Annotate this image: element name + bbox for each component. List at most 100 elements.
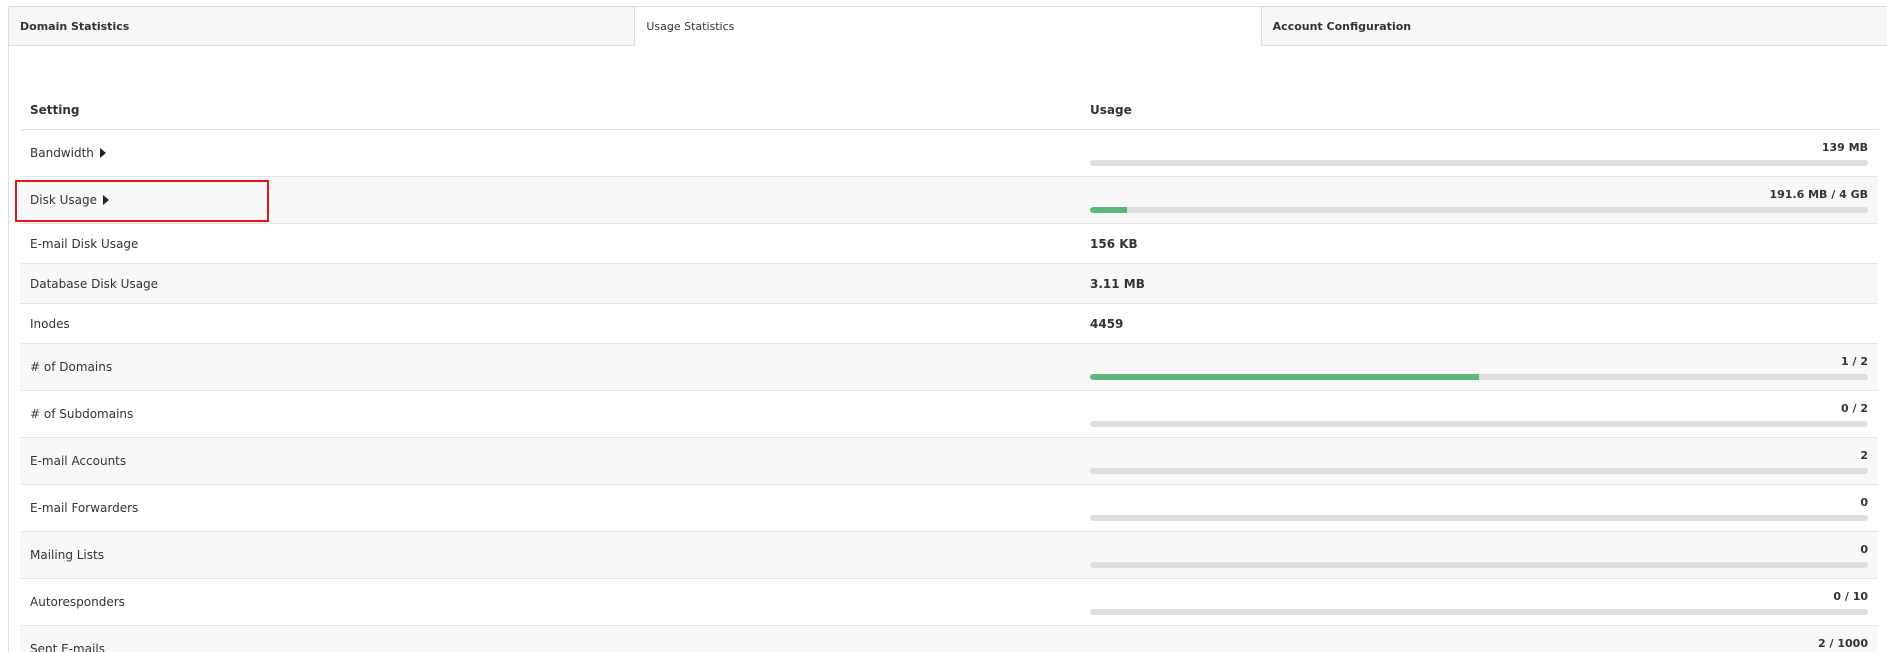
usage-progress-track	[1090, 159, 1868, 166]
usage-cell: 0 / 2	[1080, 390, 1878, 438]
usage-value: 0	[1860, 542, 1868, 556]
setting-label: Database Disk Usage	[30, 277, 158, 291]
usage-progress-track	[1090, 608, 1868, 615]
usage-cell: 0	[1080, 531, 1878, 579]
setting-label[interactable]: Bandwidth	[30, 146, 106, 160]
table-row: Autoresponders 0 / 10	[20, 578, 1878, 626]
caret-right-icon[interactable]	[99, 148, 106, 158]
usage-value: 1 / 2	[1841, 354, 1868, 368]
tab-usage-statistics[interactable]: Usage Statistics	[634, 6, 1261, 47]
usage-cell: 1 / 2	[1080, 343, 1878, 391]
setting-name: Sent E-mails	[30, 642, 105, 652]
usage-meter: 2 / 1000	[1090, 637, 1868, 652]
setting-name: Disk Usage	[30, 193, 97, 207]
usage-value: 2	[1860, 448, 1868, 462]
usage-meter: 0 / 2	[1090, 402, 1868, 427]
table-row: E-mail Forwarders 0	[20, 484, 1878, 532]
setting-label: Mailing Lists	[30, 548, 104, 562]
setting-label[interactable]: Disk Usage	[30, 193, 109, 207]
usage-progress-track	[1090, 467, 1868, 474]
usage-meter: 0	[1090, 543, 1868, 568]
setting-name: E-mail Disk Usage	[30, 236, 139, 251]
usage-meter: 1 / 2	[1090, 355, 1868, 380]
usage-cell: 2 / 1000	[1080, 625, 1878, 652]
setting-label: # of Domains	[30, 360, 112, 374]
tab-domain-statistics[interactable]: Domain Statistics	[8, 6, 635, 46]
usage-value: 0 / 10	[1833, 589, 1868, 603]
setting-label: # of Subdomains	[30, 407, 133, 421]
usage-meter: 191.6 MB / 4 GB	[1090, 188, 1868, 213]
usage-value: 191.6 MB / 4 GB	[1769, 187, 1868, 201]
setting-cell: Autoresponders	[20, 578, 1080, 626]
setting-name: Bandwidth	[30, 146, 94, 160]
usage-meter: 2	[1090, 449, 1868, 474]
usage-value: 0 / 2	[1841, 401, 1868, 415]
usage-table-body: Bandwidth 139 MB Disk Usage 191.6 MB / 4 GB…	[20, 129, 1878, 652]
setting-cell: Database Disk Usage	[20, 263, 1080, 304]
table-row: E-mail Accounts 2	[20, 437, 1878, 485]
usage-value: 156 KB	[1090, 236, 1138, 251]
column-header-setting: Setting	[20, 91, 1080, 130]
setting-label: E-mail Disk Usage	[30, 237, 138, 251]
table-row: E-mail Disk Usage 156 KB	[20, 223, 1878, 264]
usage-progress-track	[1090, 373, 1868, 380]
column-header-usage: Usage	[1080, 91, 1878, 130]
usage-value: 3.11 MB	[1090, 276, 1145, 291]
usage-meter: 139 MB	[1090, 141, 1868, 166]
usage-progress-fill	[1090, 373, 1479, 380]
table-row: Database Disk Usage 3.11 MB	[20, 263, 1878, 304]
usage-meter: 0	[1090, 496, 1868, 521]
usage-progress-track	[1090, 514, 1868, 521]
usage-value: 0	[1860, 495, 1868, 509]
usage-statistics-panel: Setting Usage Bandwidth 139 MB Disk Usage 1…	[8, 46, 1887, 652]
tab-account-configuration[interactable]: Account Configuration	[1260, 6, 1887, 46]
usage-value: 2 / 1000	[1818, 636, 1868, 650]
usage-cell: 3.11 MB	[1080, 263, 1878, 304]
usage-table: Setting Usage Bandwidth 139 MB Disk Usage 1…	[20, 91, 1878, 652]
table-row: # of Subdomains 0 / 2	[20, 390, 1878, 438]
usage-cell: 4459	[1080, 303, 1878, 344]
table-header-row: Setting Usage	[20, 91, 1878, 130]
setting-name: E-mail Accounts	[30, 454, 127, 468]
setting-cell: # of Domains	[20, 343, 1080, 391]
usage-cell: 0	[1080, 484, 1878, 532]
table-row: Inodes 4459	[20, 303, 1878, 344]
setting-name: # of Subdomains	[30, 407, 134, 421]
usage-cell: 139 MB	[1080, 129, 1878, 177]
usage-statistics-page: Domain Statistics Usage Statistics Accou…	[0, 0, 1887, 652]
setting-label: Autoresponders	[30, 595, 125, 609]
stats-tabs: Domain Statistics Usage Statistics Accou…	[8, 6, 1887, 47]
setting-name: E-mail Forwarders	[30, 501, 139, 515]
setting-name: Autoresponders	[30, 595, 125, 609]
usage-progress-fill	[1090, 206, 1127, 213]
setting-name: Inodes	[30, 316, 70, 331]
setting-cell: # of Subdomains	[20, 390, 1080, 438]
usage-value: 4459	[1090, 316, 1124, 331]
setting-label: Sent E-mails	[30, 642, 105, 652]
setting-label: E-mail Accounts	[30, 454, 126, 468]
usage-cell: 2	[1080, 437, 1878, 485]
usage-meter: 0 / 10	[1090, 590, 1868, 615]
table-row: Mailing Lists 0	[20, 531, 1878, 579]
usage-cell: 156 KB	[1080, 223, 1878, 264]
usage-value: 139 MB	[1821, 140, 1868, 154]
setting-cell: Inodes	[20, 303, 1080, 344]
setting-cell: E-mail Accounts	[20, 437, 1080, 485]
usage-cell: 191.6 MB / 4 GB	[1080, 176, 1878, 224]
setting-name: Mailing Lists	[30, 548, 104, 562]
setting-name: Database Disk Usage	[30, 276, 159, 291]
setting-label: Inodes	[30, 317, 70, 331]
usage-progress-track	[1090, 206, 1868, 213]
table-row: Disk Usage 191.6 MB / 4 GB	[20, 176, 1878, 224]
setting-cell: Sent E-mails	[20, 625, 1080, 652]
table-row: Sent E-mails 2 / 1000	[20, 625, 1878, 652]
table-row: # of Domains 1 / 2	[20, 343, 1878, 391]
usage-progress-track	[1090, 420, 1868, 427]
caret-right-icon[interactable]	[102, 195, 109, 205]
setting-cell: E-mail Disk Usage	[20, 223, 1080, 264]
usage-progress-track	[1090, 561, 1868, 568]
setting-cell: E-mail Forwarders	[20, 484, 1080, 532]
setting-cell: Mailing Lists	[20, 531, 1080, 579]
setting-cell: Bandwidth	[20, 129, 1080, 177]
setting-cell: Disk Usage	[20, 176, 1080, 224]
